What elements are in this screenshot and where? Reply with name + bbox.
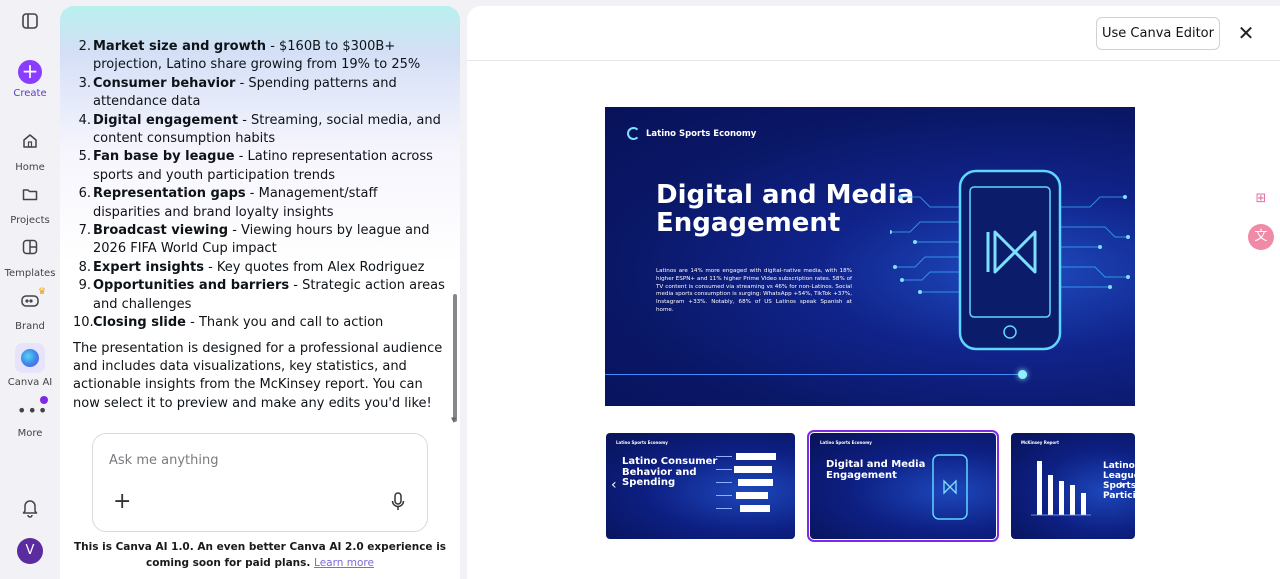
use-canva-editor-button[interactable]: Use Canva Editor — [1096, 17, 1220, 50]
column-chart-icon — [1031, 461, 1091, 516]
microphone-button[interactable] — [389, 491, 407, 513]
chat-summary: The presentation is designed for a profe… — [73, 340, 443, 411]
slide-thumbnail[interactable]: Latino Sports Economy Latino Consumer Be… — [606, 433, 795, 539]
outline-item: 10. Closing slide - Thank you and call to… — [73, 314, 448, 332]
nav-brand[interactable]: Brand — [0, 291, 60, 332]
thumbnail-brand: McKinsey Report — [1021, 440, 1060, 445]
outline-item-heading: Closing slide — [93, 315, 186, 331]
outline-item-heading: Consumer behavior — [93, 75, 236, 91]
outline-item-heading: Representation gaps — [93, 186, 246, 202]
nav-home[interactable]: Home — [0, 132, 60, 173]
more-label: More — [17, 428, 43, 439]
outline-item-number: 4. — [78, 112, 91, 128]
projects-label: Projects — [10, 215, 50, 226]
phone-circuit-icon — [890, 169, 1130, 351]
create-button[interactable]: + Create — [0, 60, 60, 99]
nav-templates[interactable]: Templates — [0, 238, 60, 279]
close-icon[interactable]: ✕ — [1235, 19, 1257, 47]
add-attachment-button[interactable]: + — [113, 491, 131, 513]
nav-canva-ai[interactable]: Canva AI — [0, 343, 60, 388]
canva-ai-icon — [15, 343, 45, 373]
canva-ai-notice: This is Canva AI 1.0. An even better Can… — [60, 539, 460, 571]
outline-list: 2. Market size and growth - $160B to $300… — [73, 38, 448, 333]
outline-item: 4. Digital engagement - Streaming, social… — [73, 112, 448, 149]
outline-item: 8. Expert insights - Key quotes from Alex… — [73, 259, 448, 277]
outline-item-number: 9. — [78, 278, 91, 294]
outline-item: 9. Opportunities and barriers - Strategic… — [73, 277, 448, 314]
thumbnail-brand: Latino Sports Economy — [616, 440, 668, 445]
outline-item-number: 3. — [78, 75, 91, 91]
thumbnail-next-icon[interactable]: › — [1119, 477, 1125, 493]
preview-panel: Use Canva Editor ✕ Latino Sports Economy… — [467, 6, 1280, 579]
slide-preview[interactable]: Latino Sports Economy Digital and Media … — [605, 107, 1135, 406]
slide-body: Latinos are 14% more engaged with digita… — [656, 268, 852, 313]
more-dots-icon: ••• — [17, 401, 49, 420]
bell-icon — [17, 498, 43, 524]
outline-item-number: 5. — [78, 149, 91, 165]
slide-thumbnail[interactable]: McKinsey Report Latino League Sports Par… — [1011, 433, 1135, 539]
slide-brand: Latino Sports Economy — [627, 127, 756, 140]
outline-item-description: - Thank you and call to action — [185, 315, 384, 331]
outline-item: 3. Consumer behavior - Spending patterns … — [73, 75, 448, 112]
avatar[interactable]: V — [17, 538, 43, 564]
templates-icon — [17, 238, 43, 264]
canva-ai-label: Canva AI — [7, 377, 53, 388]
divider — [467, 60, 1280, 61]
slide-brand-text: Latino Sports Economy — [646, 128, 757, 139]
phone-icon — [932, 454, 968, 520]
thumbnail-title: Digital and Media Engagement — [826, 459, 926, 481]
learn-more-link[interactable]: Learn more — [314, 557, 374, 569]
outline-item-heading: Market size and growth — [93, 39, 267, 54]
outline-item: 6. Representation gaps - Management/staff… — [73, 185, 448, 222]
outline-item-description: - Key quotes from Alex Rodriguez — [203, 259, 425, 275]
chat-panel: 2. Market size and growth - $160B to $300… — [60, 6, 460, 579]
notice-text: This is Canva AI 1.0. An even better Can… — [73, 541, 447, 569]
outline-item-number: 8. — [78, 259, 91, 275]
outline-item-heading: Expert insights — [93, 259, 204, 275]
outline-item: 5. Fan base by league - Latino representa… — [73, 148, 448, 185]
brand-label: Brand — [15, 321, 45, 332]
toggle-sidebar-button[interactable] — [0, 12, 60, 38]
notification-dot — [40, 396, 48, 404]
outline-item-number: 10. — [73, 315, 94, 331]
slide-thumbnail-selected[interactable]: Latino Sports Economy Digital and Media … — [807, 430, 999, 542]
outline-item-number: 2. — [78, 39, 91, 54]
outline-item: 7. Broadcast viewing - Viewing hours by l… — [73, 222, 448, 259]
plus-icon: + — [18, 60, 42, 84]
microphone-icon — [391, 492, 405, 510]
nav-projects[interactable]: Projects — [0, 185, 60, 226]
scroll-down-icon[interactable]: ▼ — [451, 416, 456, 424]
crown-icon: ♛ — [38, 287, 47, 297]
thumbnail-prev-icon[interactable]: ‹ — [611, 477, 617, 493]
translate-icon[interactable]: 文 — [1248, 224, 1274, 250]
brand-logo-icon — [627, 127, 640, 140]
outline-item-heading: Broadcast viewing — [93, 223, 229, 239]
bar-chart-icon — [716, 453, 776, 512]
left-nav-rail: + Create Home Projects Templates Brand ♛… — [0, 0, 60, 579]
sidebar-toggle-icon — [17, 12, 43, 38]
templates-label: Templates — [4, 268, 56, 279]
home-label: Home — [15, 162, 45, 173]
chat-input[interactable] — [109, 450, 409, 470]
outline-item-number: 6. — [78, 186, 91, 202]
magic-add-icon[interactable]: ⊞ — [1248, 186, 1274, 212]
slide-progress-dot — [1018, 370, 1027, 379]
chat-input-box: + — [92, 433, 428, 532]
thumbnail-brand: Latino Sports Economy — [820, 440, 872, 445]
outline-item-heading: Opportunities and barriers — [93, 278, 290, 294]
slide-progress-line — [605, 374, 1022, 375]
notifications-button[interactable] — [0, 498, 60, 524]
chat-message: 2. Market size and growth - $160B to $300… — [73, 38, 448, 413]
outline-item: 2. Market size and growth - $160B to $300… — [73, 38, 448, 75]
chat-scrollbar-thumb[interactable] — [453, 294, 457, 422]
nav-more[interactable]: ••• More — [0, 398, 60, 439]
create-label: Create — [13, 88, 47, 99]
outline-item-heading: Digital engagement — [93, 112, 239, 128]
outline-item-number: 7. — [78, 223, 91, 239]
outline-item-heading: Fan base by league — [93, 149, 235, 165]
folder-icon — [17, 185, 43, 211]
home-icon — [17, 132, 43, 158]
